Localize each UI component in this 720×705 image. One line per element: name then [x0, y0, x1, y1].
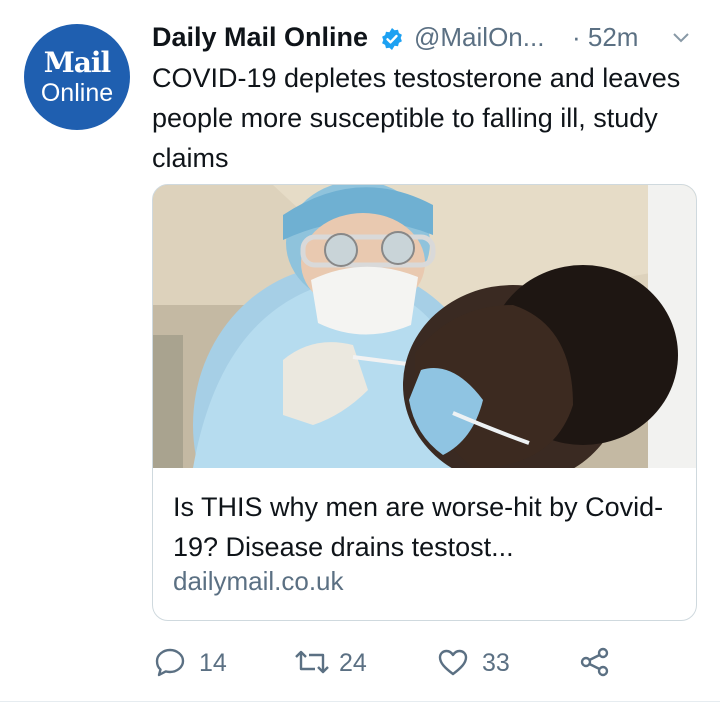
avatar[interactable]: Mail Online: [24, 24, 130, 130]
like-count: 33: [482, 649, 510, 677]
avatar-text-online: Online: [40, 79, 114, 107]
retweet-count: 24: [339, 649, 367, 677]
retweet-icon: [295, 650, 329, 674]
author-handle[interactable]: @MailOn...: [414, 22, 544, 53]
tweet-actions: 14 24 33: [152, 640, 700, 684]
author-name[interactable]: Daily Mail Online: [152, 22, 368, 53]
reply-count: 14: [199, 649, 227, 677]
timestamp[interactable]: · 52m: [572, 22, 638, 53]
card-title: Is THIS why men are worse-hit by Covid-1…: [173, 492, 664, 562]
card-domain: dailymail.co.uk: [173, 566, 344, 596]
tweet-text: COVID-19 depletes testosterone and leave…: [152, 63, 681, 173]
card-image: [153, 185, 696, 468]
bottom-divider: [0, 701, 720, 702]
tweet-header: Daily Mail Online @MailOn... · 52m: [152, 18, 697, 56]
verified-badge-icon: [382, 28, 402, 50]
chevron-down-icon[interactable]: [671, 30, 691, 46]
like-icon: [438, 649, 468, 676]
reply-icon: [155, 648, 185, 677]
share-icon: [580, 647, 609, 677]
avatar-text-mail: Mail: [43, 46, 111, 79]
link-card[interactable]: Is THIS why men are worse-hit by Covid-1…: [152, 184, 697, 621]
